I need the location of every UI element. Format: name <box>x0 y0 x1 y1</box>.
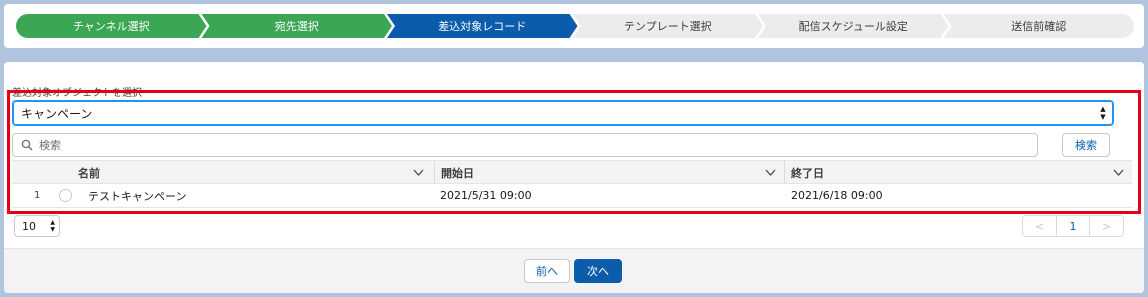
step-label: チャンネル選択 <box>72 20 150 33</box>
pagination: < 1 > <box>1022 215 1124 237</box>
cell-name: テストキャンペーン <box>88 189 187 203</box>
object-select-value: キャンペーン <box>21 106 93 121</box>
prev-button[interactable]: 前へ <box>524 259 570 283</box>
chevron-down-icon <box>765 169 776 176</box>
row-select-radio[interactable] <box>59 189 72 202</box>
step-channel-select[interactable]: チャンネル選択 <box>16 14 207 38</box>
step-recipient-select[interactable]: 宛先選択 <box>202 14 393 38</box>
record-selection-card: 差込対象オブジェクトを選択 キャンペーン ▲ ▼ 検索 検索 名前 開始日 終了日 <box>4 62 1144 293</box>
search-input[interactable]: 検索 <box>12 133 1038 157</box>
table-header: 名前 開始日 終了日 <box>12 160 1132 184</box>
search-icon <box>21 139 33 151</box>
step-label: 差込対象レコード <box>438 20 527 33</box>
column-label: 開始日 <box>441 166 474 180</box>
progress-bar-card: チャンネル選択 宛先選択 差込対象レコード テンプレート選択 配信スケジュール設… <box>4 4 1144 48</box>
page-number-button[interactable]: 1 <box>1056 216 1091 236</box>
step-label: 配信スケジュール設定 <box>798 20 908 33</box>
column-header-end-date[interactable]: 終了日 <box>784 161 1132 184</box>
chevron-down-icon <box>413 169 424 176</box>
step-confirm[interactable]: 送信前確認 <box>943 14 1134 38</box>
step-merge-record[interactable]: 差込対象レコード <box>387 14 578 38</box>
object-select[interactable]: キャンペーン ▲ ▼ <box>12 100 1114 126</box>
prev-page-button[interactable]: < <box>1023 216 1057 236</box>
search-button[interactable]: 検索 <box>1062 133 1110 157</box>
step-label: 宛先選択 <box>274 20 319 33</box>
cell-end-date: 2021/6/18 09:00 <box>791 189 883 202</box>
column-header-name[interactable]: 名前 <box>72 161 432 184</box>
row-number: 1 <box>34 190 41 201</box>
column-header-start-date[interactable]: 開始日 <box>434 161 784 184</box>
step-label: 送信前確認 <box>1011 20 1067 33</box>
record-table: 名前 開始日 終了日 1 テストキャンペーン 2021/5/31 09:00 2… <box>12 160 1132 208</box>
updown-arrows-icon: ▲ ▼ <box>1100 105 1106 121</box>
column-label: 名前 <box>78 166 100 180</box>
next-page-button[interactable]: > <box>1090 216 1123 236</box>
step-schedule-settings[interactable]: 配信スケジュール設定 <box>758 14 949 38</box>
step-path: チャンネル選択 宛先選択 差込対象レコード テンプレート選択 配信スケジュール設… <box>16 14 1134 38</box>
footer-bar: 前へ 次へ <box>4 248 1144 293</box>
page-size-select[interactable]: 10 ▲ ▼ <box>14 215 60 237</box>
step-template-select[interactable]: テンプレート選択 <box>573 14 764 38</box>
updown-arrows-icon: ▲ ▼ <box>50 219 55 233</box>
table-row[interactable]: 1 テストキャンペーン 2021/5/31 09:00 2021/6/18 09… <box>12 184 1132 208</box>
search-placeholder: 検索 <box>39 139 61 152</box>
step-label: テンプレート選択 <box>623 20 712 33</box>
chevron-down-icon <box>1113 169 1124 176</box>
column-label: 終了日 <box>791 166 824 180</box>
cell-start-date: 2021/5/31 09:00 <box>440 189 532 202</box>
page-size-value: 10 <box>22 219 36 233</box>
object-select-label: 差込対象オブジェクトを選択 <box>12 88 142 99</box>
next-button[interactable]: 次へ <box>574 259 622 283</box>
